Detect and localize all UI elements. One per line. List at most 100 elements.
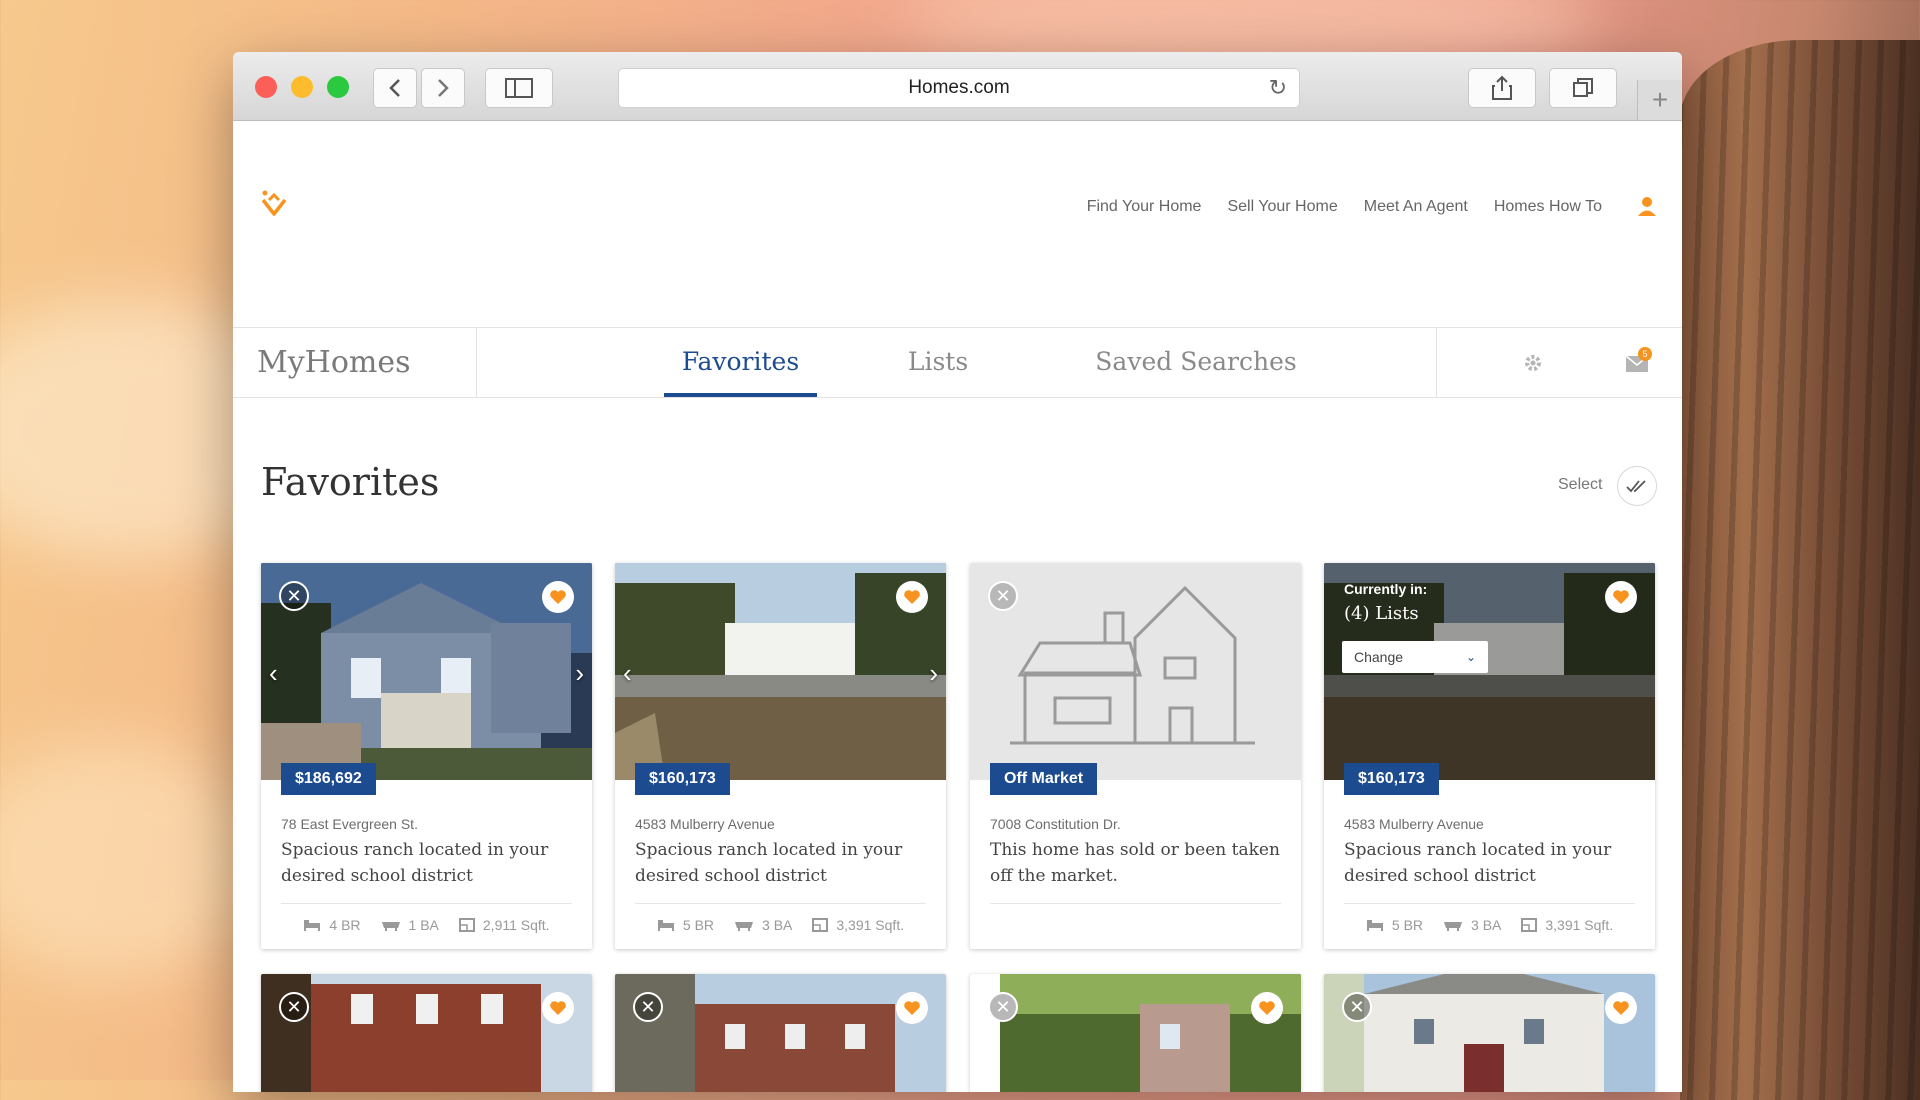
price-badge: $160,173 [1344,763,1439,795]
top-navigation: Find Your Home Sell Your Home Meet An Ag… [1087,198,1602,216]
wallpaper-cloud [0,740,260,980]
address-bar[interactable]: Homes.com ↻ [618,68,1300,108]
myhomes-subnav: MyHomes Favorites Lists Saved Searches 5 [233,327,1682,398]
listing-photo[interactable]: Currently in: (4) Lists Change ⌄ [1324,563,1655,780]
listing-address: 78 East Evergreen St. [281,816,418,832]
share-icon [1492,75,1512,100]
listing-photo[interactable]: ✕ ‹ › [261,563,592,780]
nav-meet-an-agent[interactable]: Meet An Agent [1364,198,1468,216]
beds-value: 5 BR [682,917,715,933]
bed-icon [657,920,674,931]
favorite-heart-icon[interactable] [896,992,928,1024]
listing-card[interactable]: ✕ [261,974,592,1092]
nav-homes-how-to[interactable]: Homes How To [1494,198,1602,216]
site-header [233,120,1682,328]
divider [635,903,926,904]
sidebar-toggle-button[interactable] [485,68,553,108]
favorite-heart-icon[interactable] [896,581,928,613]
mail-count-badge: 5 [1638,347,1652,361]
divider [1436,327,1437,397]
chevron-left-icon [389,79,400,97]
next-photo-icon[interactable]: › [575,658,584,689]
listing-photo-placeholder[interactable]: ✕ [970,563,1301,780]
change-list-dropdown[interactable]: Change ⌄ [1342,641,1488,673]
remove-favorite-button[interactable]: ✕ [988,581,1018,611]
remove-favorite-button[interactable]: ✕ [279,992,309,1022]
baths-value: 3 BA [762,917,793,933]
sidebar-icon [505,78,533,98]
remove-favorite-button[interactable]: ✕ [279,581,309,611]
select-label[interactable]: Select [1558,476,1602,494]
listing-description: Spacious ranch located in your desired s… [635,840,903,886]
nav-sell-your-home[interactable]: Sell Your Home [1227,198,1337,216]
minimize-window-button[interactable] [291,76,313,98]
homes-logo-icon[interactable] [259,188,289,218]
beds-stat: 4 BR [303,917,361,933]
listing-card[interactable]: ✕ [1324,974,1655,1092]
divider [281,903,572,904]
remove-favorite-button[interactable]: ✕ [1342,992,1372,1022]
tab-saved-searches[interactable]: Saved Searches [1081,347,1311,376]
favorite-heart-icon[interactable] [1605,992,1637,1024]
listing-stats: 4 BR 1 BA 2,911 Sqft. [261,917,592,933]
user-account-icon[interactable] [1636,195,1658,217]
bed-icon [1366,920,1383,931]
new-tab-button[interactable]: + [1637,80,1682,120]
listing-stats: 5 BR 3 BA 3,391 Sqft. [1324,917,1655,933]
house-outline-icon [1010,585,1255,745]
divider [1344,903,1635,904]
remove-favorite-button[interactable]: ✕ [633,992,663,1022]
tabs-overview-button[interactable] [1549,68,1617,108]
next-photo-icon[interactable]: › [929,658,938,689]
listing-card[interactable]: ✕ Off Market 7008 Constitution Dr. This … [970,563,1301,949]
zoom-window-button[interactable] [327,76,349,98]
white-house-photo [1324,974,1655,1092]
listing-card[interactable]: Currently in: (4) Lists Change ⌄ $160,17… [1324,563,1655,949]
sqft-stat: 2,911 Sqft. [458,917,550,933]
divider [990,903,1281,904]
favorite-heart-icon[interactable] [542,581,574,613]
favorite-heart-icon[interactable] [542,992,574,1024]
prev-photo-icon[interactable]: ‹ [623,658,632,689]
close-window-button[interactable] [255,76,277,98]
page-title: Favorites [261,460,440,504]
chevron-down-icon: ⌄ [1465,650,1476,664]
forward-button[interactable] [421,68,465,108]
brick-house-photo [261,974,592,1092]
sqft-stat: 3,391 Sqft. [812,917,904,933]
browser-toolbar: Homes.com ↻ + [233,52,1682,121]
bed-icon [304,920,321,931]
nav-find-your-home[interactable]: Find Your Home [1087,198,1202,216]
bath-icon [381,922,400,931]
reload-icon[interactable]: ↻ [1269,75,1287,101]
browser-window: Homes.com ↻ + Find Your Home Sell Your H… [233,52,1682,1092]
double-check-icon [1626,480,1646,493]
favorite-heart-icon[interactable] [1605,581,1637,613]
baths-stat: 3 BA [1443,917,1501,933]
settings-gear-icon[interactable] [1523,353,1543,373]
select-toggle-button[interactable] [1617,466,1657,506]
listing-card[interactable]: ✕ [970,974,1301,1092]
listing-address: 4583 Mulberry Avenue [1344,816,1484,832]
wallpaper-cliff [1680,40,1920,1100]
listing-card[interactable]: ✕ [615,974,946,1092]
lists-count: (4) Lists [1344,603,1419,624]
beds-stat: 5 BR [1366,917,1423,933]
listing-card[interactable]: ‹ › $160,173 4583 Mulberry Avenue Spacio… [615,563,946,949]
prev-photo-icon[interactable]: ‹ [269,658,278,689]
listing-card[interactable]: ✕ ‹ › $186,692 78 East Evergreen St. Spa… [261,563,592,949]
price-badge: $186,692 [281,763,376,795]
tab-favorites[interactable]: Favorites [664,347,817,376]
price-badge: $160,173 [635,763,730,795]
chevron-right-icon [438,79,449,97]
back-button[interactable] [373,68,417,108]
sqft-value: 2,911 Sqft. [482,917,550,933]
change-label: Change [1354,649,1404,665]
share-button[interactable] [1468,68,1536,108]
house-photo [970,974,1301,1092]
beds-value: 5 BR [1391,917,1424,933]
listing-photo[interactable]: ‹ › [615,563,946,780]
remove-favorite-button[interactable]: ✕ [988,992,1018,1022]
favorite-heart-icon[interactable] [1251,992,1283,1024]
tab-lists[interactable]: Lists [888,347,988,376]
